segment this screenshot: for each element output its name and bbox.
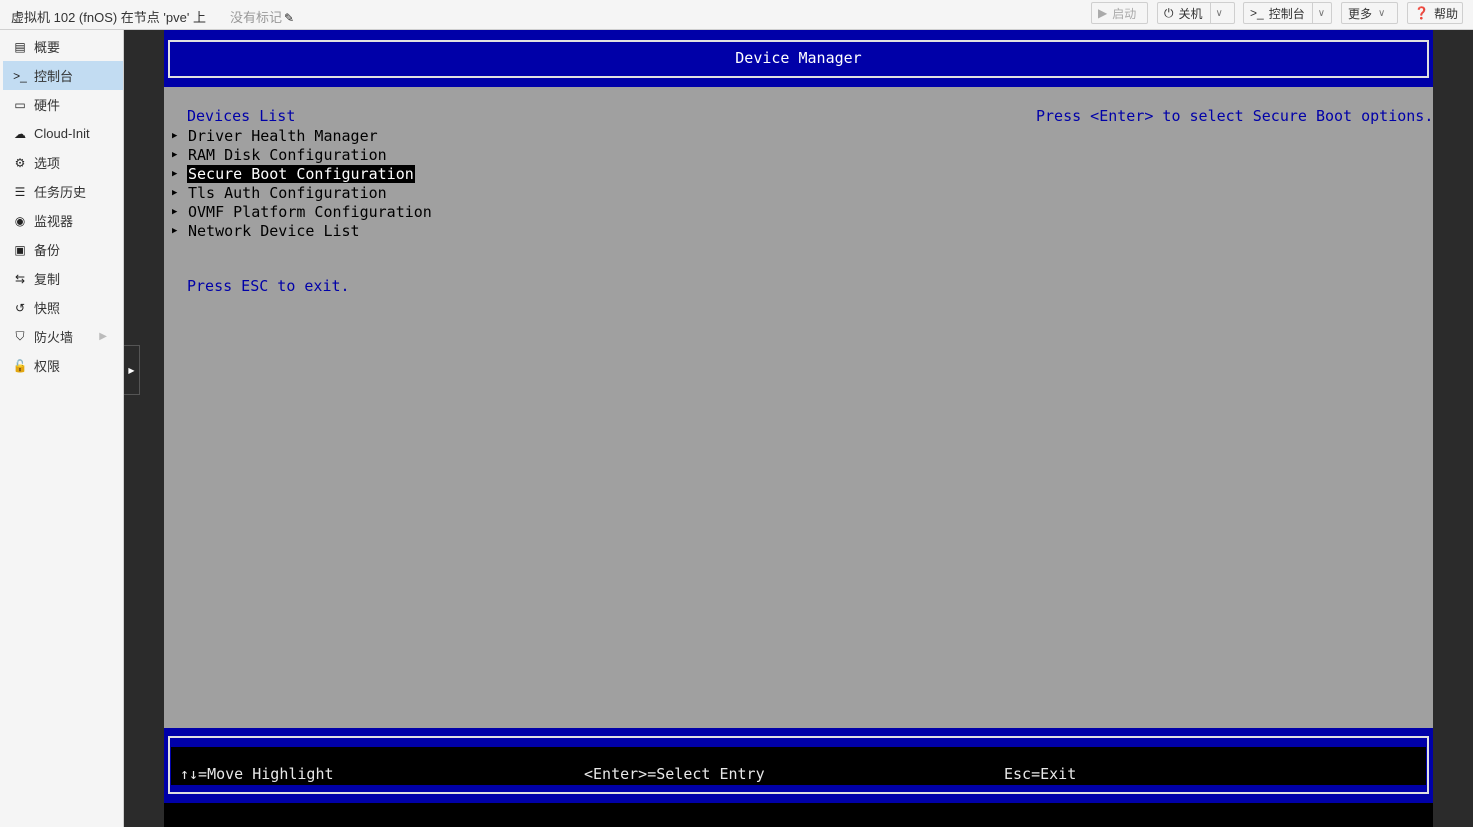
triangle-right-icon: ▶ <box>172 168 178 179</box>
unlock-icon: 🔓 <box>12 358 28 373</box>
triangle-right-icon: ▶ <box>172 130 178 141</box>
sidebar-item-permissions[interactable]: 🔓 权限 <box>3 351 123 380</box>
triangle-right-icon: ▶ <box>172 225 178 236</box>
chevron-down-icon: ∨ <box>1378 7 1386 19</box>
triangle-right-icon: ▶ <box>172 149 178 160</box>
select-entry-hint: <Enter>=Select Entry <box>584 765 765 783</box>
chevron-right-icon: ▶ <box>99 331 107 342</box>
monitor-icon: ▭ <box>14 97 26 112</box>
menu-item-ram-disk[interactable]: ▶ RAM Disk Configuration <box>172 145 433 164</box>
sidebar-item-task-history[interactable]: ☰ 任务历史 <box>3 177 123 206</box>
sidebar-toggle-handle[interactable]: ▶ <box>124 345 140 395</box>
tags-label: 没有标记 <box>230 10 283 25</box>
menu-item-driver-health[interactable]: ▶ Driver Health Manager <box>172 126 433 145</box>
menu-item-ovmf-platform[interactable]: ▶ OVMF Platform Configuration <box>172 202 433 221</box>
chevron-right-icon: ▶ <box>128 365 135 375</box>
sidebar-item-replication[interactable]: ⇆ 复制 <box>3 264 123 293</box>
bios-title: Device Manager <box>735 49 862 67</box>
sidebar-item-backup[interactable]: ▣ 备份 <box>3 235 123 264</box>
bios-header: Device Manager <box>164 30 1433 87</box>
power-icon: ⏻ <box>1164 5 1174 20</box>
sidebar-item-console[interactable]: >_ 控制台 <box>3 61 123 90</box>
retweet-icon: ⇆ <box>14 271 26 286</box>
chevron-down-icon[interactable]: ∨ <box>1209 3 1223 23</box>
help-button[interactable]: ❓ 帮助 <box>1407 2 1463 24</box>
sidebar-item-snapshot[interactable]: ↺ 快照 <box>3 293 123 322</box>
chevron-down-icon[interactable]: ∨ <box>1311 3 1325 23</box>
bios-bottom-strip <box>164 803 1433 827</box>
move-highlight-hint: ↑↓=Move Highlight <box>180 765 334 783</box>
sidebar-item-hardware[interactable]: ▭ 硬件 <box>3 90 123 119</box>
devices-list-heading: Devices List <box>187 107 296 125</box>
sidebar-item-firewall[interactable]: ⛉ 防火墙 ▶ <box>3 322 123 351</box>
shutdown-button[interactable]: ⏻ 关机 ∨ <box>1157 2 1235 24</box>
sidebar-item-summary[interactable]: ▤ 概要 <box>3 32 123 61</box>
top-toolbar: 虚拟机 102 (fnOS) 在节点 'pve' 上 没有标记 ✎ ▶ 启动 ⏻ 关机… <box>0 0 1473 30</box>
bios-screen[interactable]: Device Manager Devices List ▶ Driver Heal… <box>164 30 1433 827</box>
bios-footer: ↑↓=Move Highlight <Enter>=Select Entry E… <box>164 728 1433 803</box>
play-icon: ▶ <box>1098 6 1108 20</box>
history-icon: ↺ <box>14 300 26 315</box>
book-icon: ▤ <box>14 39 26 54</box>
cloud-icon: ☁ <box>14 126 26 141</box>
exit-hint: Esc=Exit <box>1004 765 1077 783</box>
list-icon: ☰ <box>14 184 26 199</box>
device-menu: ▶ Driver Health Manager ▶ RAM Disk Configu… <box>172 126 433 240</box>
more-button[interactable]: 更多 ∨ <box>1341 2 1398 24</box>
footer-inner <box>171 747 1426 785</box>
vm-title: 虚拟机 102 (fnOS) 在节点 'pve' 上 <box>11 10 206 25</box>
eye-icon: ◉ <box>14 213 26 228</box>
shield-icon: ⛉ <box>15 329 25 343</box>
gear-icon: ⚙ <box>14 155 26 170</box>
sidebar-item-cloud-init[interactable]: ☁ Cloud-Init <box>3 119 123 148</box>
console-button[interactable]: >_ 控制台 ∨ <box>1243 2 1332 24</box>
triangle-right-icon: ▶ <box>172 187 178 198</box>
terminal-icon: >_ <box>13 68 27 83</box>
menu-item-tls-auth[interactable]: ▶ Tls Auth Configuration <box>172 183 433 202</box>
menu-item-secure-boot[interactable]: ▶ Secure Boot Configuration <box>172 164 433 183</box>
sidebar-item-monitor[interactable]: ◉ 监视器 <box>3 206 123 235</box>
esc-hint: Press ESC to exit. <box>187 277 350 295</box>
start-button[interactable]: ▶ 启动 <box>1091 2 1148 24</box>
question-circle-icon: ❓ <box>1414 6 1429 20</box>
pencil-icon[interactable]: ✎ <box>284 11 294 25</box>
triangle-right-icon: ▶ <box>172 206 178 217</box>
sidebar-item-options[interactable]: ⚙ 选项 <box>3 148 123 177</box>
tags-editor[interactable]: 没有标记 ✎ <box>230 7 294 26</box>
terminal-icon: >_ <box>1250 6 1264 20</box>
floppy-icon: ▣ <box>14 242 26 257</box>
help-text: Press <Enter> to select Secure Boot opti… <box>1036 107 1434 125</box>
menu-item-network-device[interactable]: ▶ Network Device List <box>172 221 433 240</box>
sidebar-nav: ▤ 概要 >_ 控制台 ▭ 硬件 ☁ Cloud-Init ⚙ 选项 ☰ 任务历史 ◉ 监视器… <box>3 30 124 827</box>
